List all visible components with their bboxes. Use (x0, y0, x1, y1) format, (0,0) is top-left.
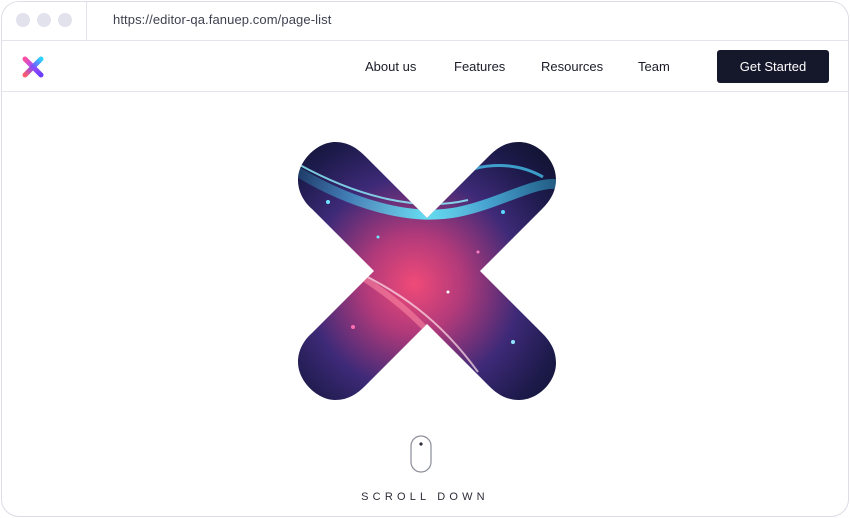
nav-link-features[interactable]: Features (454, 59, 505, 74)
scroll-down-label[interactable]: SCROLL DOWN (2, 491, 848, 503)
toolbar-divider (86, 2, 87, 40)
x-logo-icon[interactable] (20, 54, 46, 80)
address-bar-url[interactable]: https://editor-qa.fanuep.com/page-list (113, 12, 331, 27)
site-header: About us Features Resources Team Get Sta… (2, 41, 848, 92)
browser-toolbar: https://editor-qa.fanuep.com/page-list (2, 2, 848, 41)
get-started-button[interactable]: Get Started (717, 50, 829, 83)
window-control-dot[interactable] (16, 13, 30, 27)
nav-link-resources[interactable]: Resources (541, 59, 603, 74)
mouse-scroll-icon[interactable] (410, 435, 432, 473)
nav-link-about-us[interactable]: About us (365, 59, 416, 74)
window-control-dot[interactable] (58, 13, 72, 27)
browser-window: https://editor-qa.fanuep.com/page-list A… (1, 1, 849, 517)
hero-x-graphic (298, 142, 556, 400)
window-control-dot[interactable] (37, 13, 51, 27)
nav-link-team[interactable]: Team (638, 59, 670, 74)
